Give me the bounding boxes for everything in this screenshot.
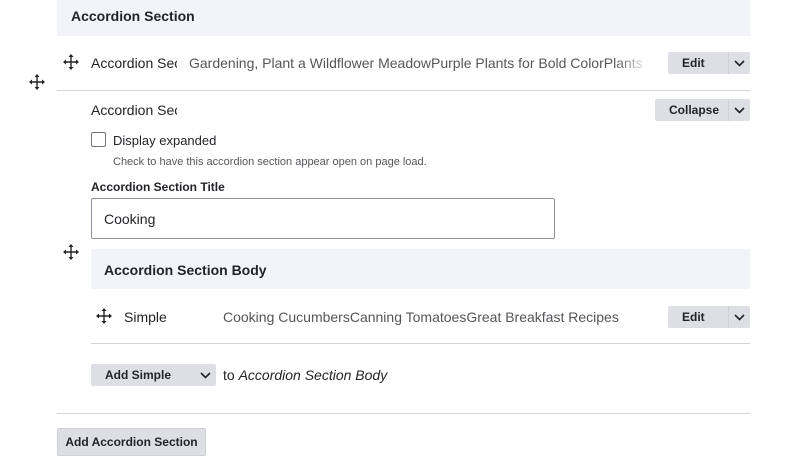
- add-target-text: to Accordion Section Body: [223, 367, 388, 383]
- chevron-down-icon[interactable]: [728, 52, 750, 74]
- collapsed-item-label: Accordion Section: [91, 55, 177, 71]
- display-expanded-help: Check to have this accordion section app…: [113, 156, 427, 168]
- simple-item-summary: Cooking CucumbersCanning TomatoesGreat B…: [223, 309, 619, 325]
- edit-button[interactable]: Edit: [668, 52, 750, 74]
- chevron-down-icon[interactable]: [728, 306, 750, 328]
- accordion-title-input[interactable]: Cooking: [91, 198, 555, 239]
- drag-handle-icon[interactable]: [62, 53, 80, 71]
- display-expanded-label: Display expanded: [113, 133, 217, 148]
- edit-button[interactable]: Edit: [668, 306, 750, 328]
- drag-handle-icon[interactable]: [28, 73, 46, 91]
- drag-handle-icon[interactable]: [62, 243, 80, 261]
- simple-item-label: Simple: [124, 309, 167, 325]
- row-divider: [91, 343, 750, 344]
- section-title: Accordion Section: [71, 8, 195, 24]
- chevron-down-icon[interactable]: [728, 99, 750, 121]
- collapse-button[interactable]: Collapse: [655, 99, 750, 121]
- collapsed-item-summary: Gardening, Plant a Wildflower MeadowPurp…: [189, 55, 649, 73]
- chevron-down-icon: [194, 371, 216, 379]
- drag-handle-icon[interactable]: [95, 307, 113, 325]
- add-accordion-section-button[interactable]: Add Accordion Section: [57, 428, 206, 456]
- add-paragraph-type-select[interactable]: Add Simple: [91, 364, 216, 386]
- body-title: Accordion Section Body: [104, 262, 267, 278]
- row-divider: [57, 90, 750, 91]
- display-expanded-checkbox[interactable]: [91, 132, 106, 147]
- title-field-label: Accordion Section Title: [91, 180, 225, 194]
- section-divider: [57, 413, 750, 414]
- expanded-item-label: Accordion Section: [91, 102, 177, 118]
